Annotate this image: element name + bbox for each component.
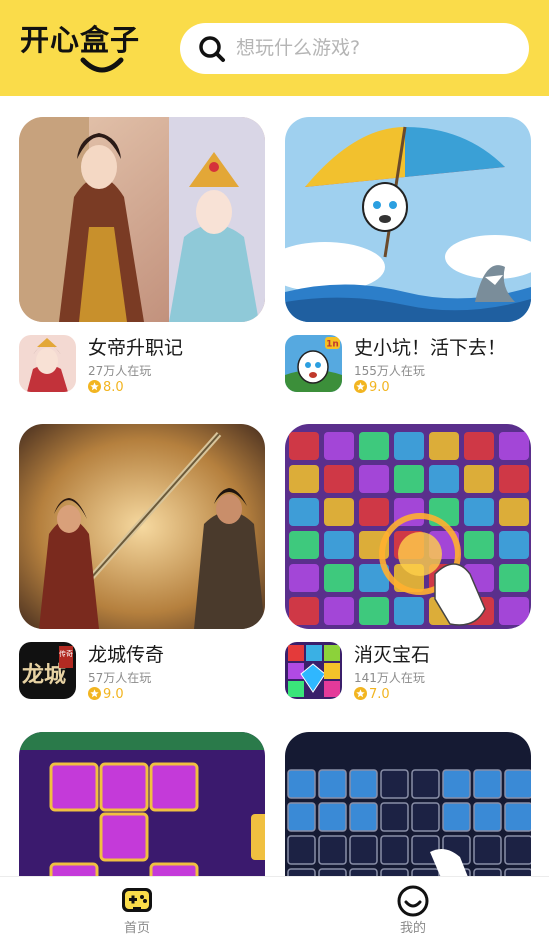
tab-mine[interactable]: 我的 — [383, 885, 443, 937]
game-cover-image[interactable] — [19, 732, 265, 876]
smiley-icon — [397, 885, 429, 917]
search-placeholder: 想玩什么游戏? — [236, 37, 361, 59]
star-icon — [354, 687, 367, 700]
top-header: 开心盒子 想玩什么游戏? — [0, 0, 549, 96]
rating-value: 8.0 — [103, 380, 124, 395]
tab-home-label: 首页 — [123, 921, 150, 936]
game-app-icon[interactable]: 1n — [285, 335, 342, 392]
star-icon — [88, 687, 101, 700]
game-title: 龙城传奇 — [88, 644, 165, 666]
star-icon — [88, 380, 101, 393]
icon-badge-text: 1n — [326, 340, 339, 350]
player-count: 57万人在玩 — [88, 671, 152, 685]
rating-value: 7.0 — [369, 687, 390, 702]
rating-value: 9.0 — [103, 687, 124, 702]
tab-home[interactable]: 首页 — [107, 885, 167, 937]
game-rating: 9.0 — [88, 687, 124, 703]
logo-text: 开心盒子 — [20, 23, 141, 57]
game-app-icon[interactable] — [19, 335, 76, 392]
rating-value: 9.0 — [369, 380, 390, 395]
game-rating: 7.0 — [354, 687, 390, 703]
player-count: 141万人在玩 — [354, 671, 425, 685]
game-title: 女帝升职记 — [88, 337, 184, 359]
game-cover-image[interactable] — [19, 117, 265, 322]
star-icon — [354, 380, 367, 393]
game-rating: 8.0 — [88, 380, 124, 396]
search-icon — [199, 36, 225, 62]
game-rating: 9.0 — [354, 380, 390, 396]
game-app-icon[interactable]: 龙城 传奇 — [19, 642, 76, 699]
gamepad-icon — [122, 888, 152, 912]
game-title: 消灭宝石 — [354, 644, 431, 666]
game-cover-image[interactable] — [285, 732, 531, 876]
game-title: 史小坑！活下去！ — [354, 337, 507, 359]
player-count: 155万人在玩 — [354, 364, 425, 378]
game-grid: 女帝升职记 27万人在玩 8.0 1n 史小坑！活下去！ 155万人在玩 9.0… — [0, 96, 549, 876]
game-cover-image[interactable] — [285, 117, 531, 322]
game-cover-image[interactable] — [285, 424, 531, 629]
app-logo[interactable]: 开心盒子 — [20, 22, 160, 78]
bottom-tab-bar: 首页 我的 — [0, 876, 549, 943]
icon-tag-text: 传奇 — [59, 649, 73, 658]
game-app-icon[interactable] — [285, 642, 342, 699]
game-cover-image[interactable] — [19, 424, 265, 629]
tab-mine-label: 我的 — [399, 921, 426, 936]
logo-smile-icon — [80, 57, 124, 73]
search-bar[interactable]: 想玩什么游戏? — [180, 23, 529, 74]
player-count: 27万人在玩 — [88, 364, 152, 378]
